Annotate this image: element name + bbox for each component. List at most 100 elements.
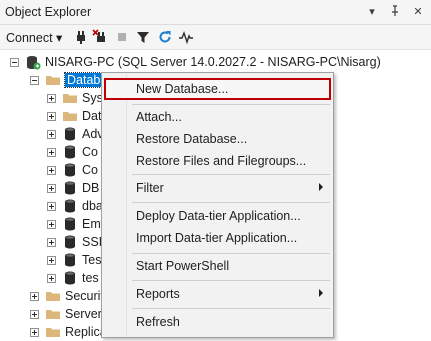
menu-item-label: Attach... bbox=[136, 110, 182, 124]
tree-node-database[interactable]: tes bbox=[47, 269, 99, 287]
tree-node-database[interactable]: Em bbox=[47, 215, 101, 233]
tree-node-database[interactable]: Adv bbox=[47, 125, 104, 143]
expand-toggle[interactable] bbox=[47, 183, 56, 193]
database-icon bbox=[65, 127, 75, 141]
menu-item-label: New Database... bbox=[136, 82, 229, 96]
activity-monitor-icon[interactable] bbox=[178, 29, 194, 45]
menu-item-restore-database[interactable]: Restore Database... bbox=[104, 128, 331, 150]
expand-toggle[interactable] bbox=[30, 327, 39, 337]
expand-toggle[interactable] bbox=[30, 291, 39, 301]
context-menu: New Database... Attach... Restore Databa… bbox=[101, 72, 334, 338]
menu-item-import-data-tier[interactable]: Import Data-tier Application... bbox=[104, 227, 331, 249]
tree-node-database[interactable]: SSI bbox=[47, 233, 102, 251]
menu-item-label: Filter bbox=[136, 181, 164, 195]
menu-item-attach[interactable]: Attach... bbox=[104, 106, 331, 128]
expand-toggle[interactable] bbox=[47, 129, 56, 139]
object-explorer-titlebar: Object Explorer ▾ ✕ bbox=[0, 0, 431, 25]
disconnect-plug-icon[interactable] bbox=[92, 29, 108, 45]
menu-item-restore-files-filegroups[interactable]: Restore Files and Filegroups... bbox=[104, 150, 331, 172]
menu-separator bbox=[132, 174, 330, 175]
expand-toggle[interactable] bbox=[47, 93, 56, 103]
tree-node-database-snapshots[interactable]: Dat bbox=[47, 107, 101, 125]
submenu-arrow-icon bbox=[319, 183, 323, 191]
database-icon bbox=[65, 235, 75, 249]
filter-icon[interactable] bbox=[135, 29, 151, 45]
server-icon bbox=[27, 56, 41, 70]
tree-node-label: DB bbox=[82, 181, 100, 195]
folder-icon bbox=[46, 310, 60, 319]
menu-item-new-database[interactable]: New Database... bbox=[104, 78, 331, 100]
menu-separator bbox=[132, 280, 330, 281]
tree-node-replication[interactable]: Replica bbox=[30, 323, 107, 341]
panel-title: Object Explorer bbox=[5, 5, 92, 19]
tree-node-server-objects[interactable]: Server bbox=[30, 305, 102, 323]
expand-toggle[interactable] bbox=[47, 111, 56, 121]
expand-toggle[interactable] bbox=[47, 237, 56, 247]
expand-toggle[interactable] bbox=[47, 165, 56, 175]
menu-item-label: Refresh bbox=[136, 315, 180, 329]
tree-node-label: tes bbox=[82, 271, 99, 285]
tree-node-label: Em bbox=[82, 217, 101, 231]
menu-item-label: Restore Database... bbox=[136, 132, 248, 146]
menu-item-label: Reports bbox=[136, 287, 180, 301]
window-position-dropdown-icon[interactable]: ▾ bbox=[365, 4, 379, 18]
stop-icon[interactable] bbox=[114, 29, 130, 45]
menu-item-label: Import Data-tier Application... bbox=[136, 231, 298, 245]
menu-item-label: Deploy Data-tier Application... bbox=[136, 209, 301, 223]
tree-node-label: Co bbox=[82, 163, 98, 177]
database-icon bbox=[65, 163, 75, 177]
tree-node-system-databases[interactable]: Sys bbox=[47, 89, 103, 107]
menu-separator bbox=[132, 202, 330, 203]
connect-plug-icon[interactable] bbox=[73, 29, 89, 45]
tree-node-database[interactable]: Co bbox=[47, 143, 98, 161]
folder-icon bbox=[63, 94, 77, 103]
close-icon[interactable]: ✕ bbox=[411, 4, 425, 18]
expand-toggle[interactable] bbox=[47, 273, 56, 283]
object-explorer-toolbar: Connect ▾ bbox=[0, 25, 431, 50]
tree-node-label: Sys bbox=[82, 91, 103, 105]
tree-node-label: Securit bbox=[65, 289, 104, 303]
menu-item-deploy-data-tier[interactable]: Deploy Data-tier Application... bbox=[104, 205, 331, 227]
folder-icon bbox=[46, 292, 60, 301]
tree-node-server[interactable]: NISARG-PC (SQL Server 14.0.2027.2 - NISA… bbox=[10, 53, 381, 71]
tree-node-label: Tes bbox=[82, 253, 102, 267]
menu-item-refresh[interactable]: Refresh bbox=[104, 311, 331, 333]
menu-item-label: Start PowerShell bbox=[136, 259, 230, 273]
database-icon bbox=[65, 253, 75, 267]
menu-separator bbox=[132, 253, 330, 254]
tree-node-label: Co bbox=[82, 145, 98, 159]
tree-node-label: Server bbox=[65, 307, 102, 321]
tree-node-database[interactable]: Tes bbox=[47, 251, 101, 269]
expand-toggle[interactable] bbox=[47, 255, 56, 265]
folder-icon bbox=[46, 328, 60, 337]
menu-item-start-powershell[interactable]: Start PowerShell bbox=[104, 255, 331, 277]
folder-icon bbox=[46, 76, 60, 85]
tree-node-database[interactable]: dba bbox=[47, 197, 103, 215]
database-icon bbox=[65, 181, 75, 195]
expand-toggle[interactable] bbox=[47, 201, 56, 211]
menu-item-filter[interactable]: Filter bbox=[104, 177, 331, 199]
folder-icon bbox=[63, 112, 77, 121]
tree-node-database[interactable]: DB bbox=[47, 179, 99, 197]
menu-separator bbox=[132, 104, 330, 105]
tree-node-database[interactable]: Co bbox=[47, 161, 98, 179]
database-icon bbox=[65, 145, 75, 159]
collapse-toggle[interactable] bbox=[30, 75, 39, 85]
database-icon bbox=[65, 217, 75, 231]
submenu-arrow-icon bbox=[319, 289, 323, 297]
expand-toggle[interactable] bbox=[30, 309, 39, 319]
menu-separator bbox=[132, 308, 330, 309]
refresh-icon[interactable] bbox=[157, 29, 173, 45]
auto-hide-pin-icon[interactable] bbox=[388, 4, 402, 18]
tree-node-label: SSI bbox=[82, 235, 103, 249]
database-icon bbox=[65, 199, 75, 213]
collapse-toggle[interactable] bbox=[10, 57, 19, 67]
expand-toggle[interactable] bbox=[47, 219, 56, 229]
tree-node-security[interactable]: Securit bbox=[30, 287, 104, 305]
server-label: NISARG-PC (SQL Server 14.0.2027.2 - NISA… bbox=[45, 55, 381, 69]
database-icon bbox=[65, 271, 75, 285]
expand-toggle[interactable] bbox=[47, 147, 56, 157]
connect-button[interactable]: Connect ▾ bbox=[6, 30, 62, 45]
tree-node-label: dba bbox=[82, 199, 103, 213]
menu-item-reports[interactable]: Reports bbox=[104, 283, 331, 305]
